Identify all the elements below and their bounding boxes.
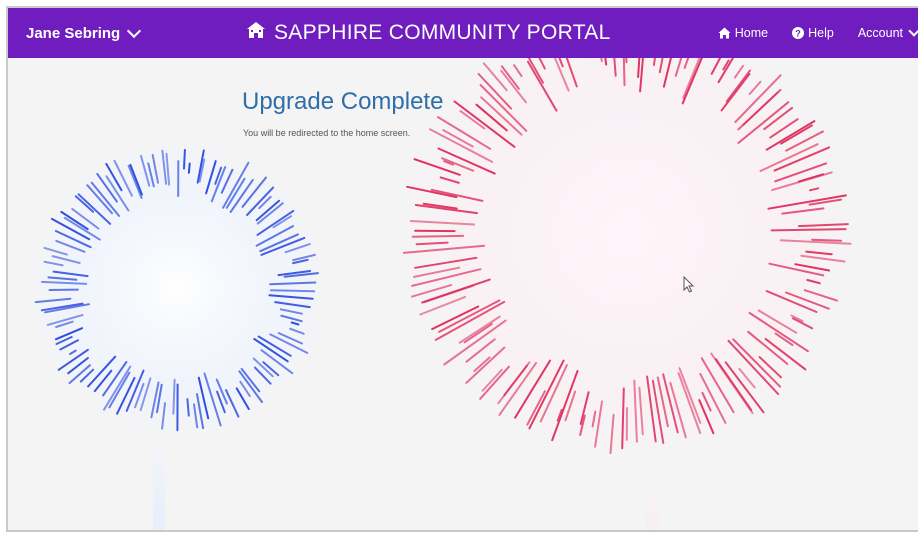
user-menu[interactable]: Jane Sebring [26,8,142,58]
red-rocket-trail [646,478,660,530]
nav-home[interactable]: Home [718,26,768,40]
browser-viewport: Jane Sebring SAPPHIRE COMMUNITY PORTAL H… [6,6,918,532]
nav-links: Home ? Help Account [694,8,918,58]
page-title: Upgrade Complete [242,88,444,115]
nav-account[interactable]: Account [857,25,918,40]
question-circle-icon: ? [792,27,805,39]
redirect-message: You will be redirected to the home scree… [243,128,411,138]
main-content: Upgrade Complete You will be redirected … [8,58,918,530]
portal-title: SAPPHIRE COMMUNITY PORTAL [274,21,611,44]
fireworks-animation [28,58,858,530]
top-navbar: Jane Sebring SAPPHIRE COMMUNITY PORTAL H… [8,8,918,58]
help-label: Help [808,26,834,40]
portal-brand[interactable]: SAPPHIRE COMMUNITY PORTAL [246,8,611,58]
red-firework-glow [398,58,858,463]
blue-rocket-trail [153,428,165,530]
chevron-down-icon [127,23,142,38]
home-icon [718,27,731,39]
house-icon [246,21,266,45]
home-label: Home [734,26,769,40]
chevron-down-icon [908,25,918,37]
user-name: Jane Sebring [26,24,121,42]
nav-help[interactable]: ? Help [792,26,834,40]
account-label: Account [857,26,903,40]
svg-text:?: ? [795,29,801,39]
